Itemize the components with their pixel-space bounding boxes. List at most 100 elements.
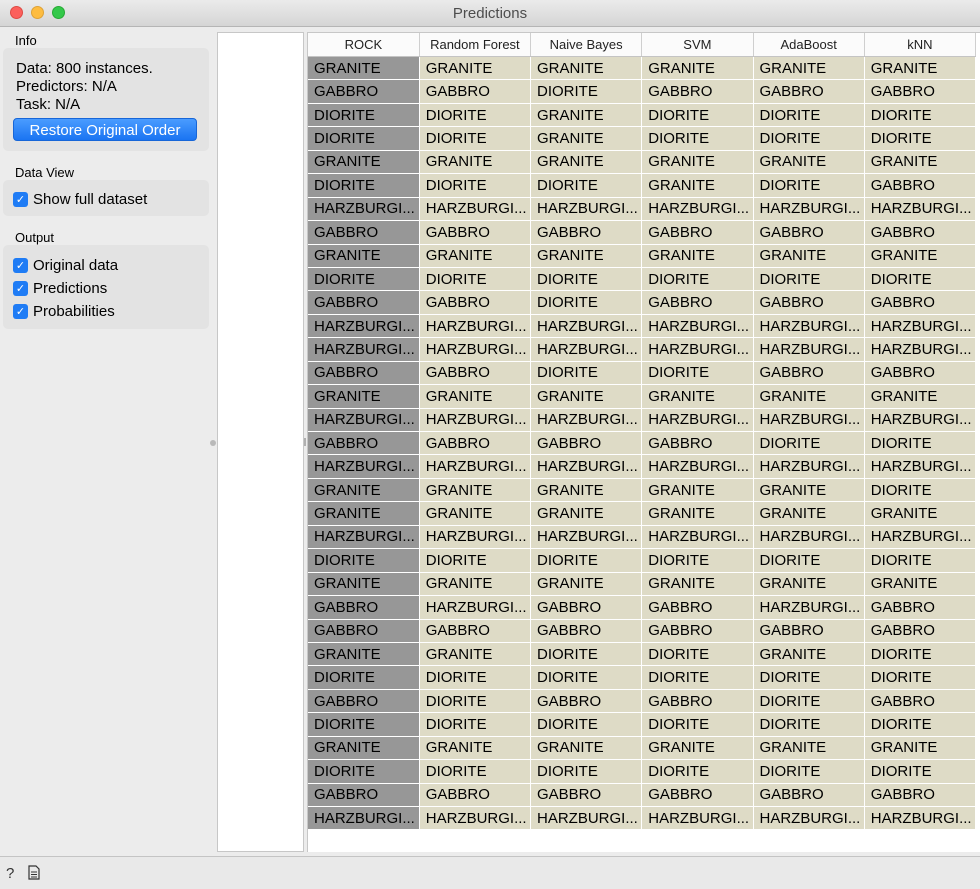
column-header[interactable]: SVM	[641, 33, 754, 57]
rock-cell: GABBRO	[308, 431, 420, 456]
checkmark-icon: ✓	[13, 257, 28, 273]
prediction-cell: GRANITE	[753, 244, 865, 268]
table-row[interactable]: GRANITE GRANITE GRANITE GRANITE GRANITE GRANI…	[308, 384, 977, 409]
original-data-checkbox[interactable]: ✓ Original data	[13, 256, 118, 274]
table-row[interactable]: GABBRO GABBRO GABBRO GABBRO DIORITE DIORITE	[308, 431, 977, 456]
table-row[interactable]: GABBRO GABBRO DIORITE GABBRO GABBRO GABBRO	[308, 79, 977, 104]
document-icon[interactable]	[28, 865, 40, 884]
prediction-cell: HARZBURGI...	[530, 408, 643, 433]
prediction-cell: GRANITE	[753, 501, 865, 526]
table-row[interactable]: GRANITE GRANITE GRANITE GRANITE GRANITE GRANI…	[308, 150, 977, 175]
checkmark-icon: ✓	[13, 280, 28, 296]
prediction-cell: DIORITE	[641, 361, 754, 386]
prediction-cell: DIORITE	[641, 759, 754, 784]
question-mark-icon[interactable]: ?	[6, 865, 14, 882]
prediction-cell: GABBRO	[419, 619, 532, 643]
rock-cell: GRANITE	[308, 56, 420, 81]
table-row[interactable]: HARZBURGI... HARZBURGI... HARZBURGI... HARZ…	[308, 454, 977, 479]
table-row[interactable]: HARZBURGI... HARZBURGI... HARZBURGI... HARZ…	[308, 806, 977, 831]
prediction-cell: DIORITE	[864, 103, 977, 128]
prediction-cell: HARZBURGI...	[641, 408, 754, 433]
rock-cell: GABBRO	[308, 220, 420, 245]
table-row[interactable]: DIORITE DIORITE DIORITE DIORITE DIORITE DIORI…	[308, 665, 977, 690]
prediction-cell: GRANITE	[864, 501, 977, 526]
column-header[interactable]: kNN	[864, 33, 977, 57]
prediction-cell: DIORITE	[419, 126, 532, 151]
table-row[interactable]: GRANITE GRANITE GRANITE GRANITE GRANITE GRANI…	[308, 244, 977, 268]
rock-cell: DIORITE	[308, 548, 420, 573]
table-row[interactable]: HARZBURGI... HARZBURGI... HARZBURGI... HARZ…	[308, 408, 977, 433]
table-row[interactable]: HARZBURGI... HARZBURGI... HARZBURGI... HARZ…	[308, 314, 977, 339]
probabilities-checkbox[interactable]: ✓ Probabilities	[13, 302, 115, 320]
table-row[interactable]: GRANITE GRANITE GRANITE GRANITE GRANITE GRANI…	[308, 56, 977, 81]
table-row[interactable]: GRANITE GRANITE GRANITE GRANITE GRANITE GRANI…	[308, 572, 977, 597]
prediction-cell: DIORITE	[530, 173, 643, 198]
prediction-cell: GRANITE	[419, 150, 532, 175]
prediction-cell: GRANITE	[641, 150, 754, 175]
prediction-cell: DIORITE	[530, 642, 643, 667]
table-row[interactable]: GABBRO DIORITE GABBRO GABBRO DIORITE GABBRO	[308, 689, 977, 714]
prediction-cell: DIORITE	[530, 267, 643, 292]
prediction-cell: DIORITE	[864, 126, 977, 151]
prediction-cell: DIORITE	[419, 759, 532, 784]
prediction-cell: HARZBURGI...	[864, 454, 977, 479]
prediction-cell: DIORITE	[753, 689, 865, 714]
prediction-cell: GABBRO	[641, 220, 754, 245]
table-row[interactable]: DIORITE DIORITE GRANITE DIORITE DIORITE DIORI…	[308, 126, 977, 151]
window-title: Predictions	[452, 5, 528, 22]
column-header[interactable]: Random Forest	[419, 33, 532, 57]
table-row[interactable]: GABBRO GABBRO GABBRO GABBRO GABBRO GABBRO	[308, 619, 977, 643]
table-row[interactable]: GRANITE GRANITE GRANITE GRANITE GRANITE GRANI…	[308, 736, 977, 761]
column-header[interactable]: ROCK	[308, 33, 420, 57]
table-row[interactable]: DIORITE DIORITE DIORITE DIORITE DIORITE DIORI…	[308, 548, 977, 573]
prediction-cell: GRANITE	[530, 572, 643, 597]
prediction-cell: GABBRO	[419, 290, 532, 315]
table-row[interactable]: GABBRO GABBRO GABBRO GABBRO GABBRO GABBRO	[308, 220, 977, 245]
prediction-cell: GRANITE	[419, 244, 532, 268]
restore-original-order-button[interactable]: Restore Original Order	[13, 118, 197, 141]
title-bar: Predictions	[0, 0, 980, 27]
column-header[interactable]: AdaBoost	[753, 33, 865, 57]
table-splitter-handle[interactable]	[304, 438, 306, 446]
data-view-box: ✓ Show full dataset	[3, 180, 209, 216]
prediction-cell: GRANITE	[419, 572, 532, 597]
prediction-cell: HARZBURGI...	[419, 337, 532, 362]
table-row[interactable]: HARZBURGI... HARZBURGI... HARZBURGI... HARZ…	[308, 337, 977, 362]
table-row[interactable]: GABBRO GABBRO DIORITE DIORITE GABBRO GABBRO	[308, 361, 977, 386]
prediction-cell: GRANITE	[641, 501, 754, 526]
table-row[interactable]: DIORITE DIORITE DIORITE DIORITE DIORITE DIORI…	[308, 712, 977, 737]
column-header[interactable]: Naive Bayes	[530, 33, 643, 57]
table-row[interactable]: DIORITE DIORITE DIORITE DIORITE DIORITE DIORI…	[308, 759, 977, 784]
table-row[interactable]: DIORITE DIORITE DIORITE DIORITE DIORITE DIORI…	[308, 267, 977, 292]
prediction-cell: DIORITE	[864, 665, 977, 690]
prediction-cell: GRANITE	[864, 572, 977, 597]
rock-cell: HARZBURGI...	[308, 806, 420, 831]
prediction-cell: GABBRO	[419, 783, 532, 808]
prediction-cell: GABBRO	[753, 79, 865, 104]
prediction-cell: GRANITE	[530, 736, 643, 761]
table-row[interactable]: DIORITE DIORITE DIORITE GRANITE DIORITE GABBR…	[308, 173, 977, 198]
prediction-cell: GRANITE	[530, 244, 643, 268]
show-full-dataset-checkbox[interactable]: ✓ Show full dataset	[13, 190, 147, 208]
prediction-cell: DIORITE	[753, 548, 865, 573]
table-row[interactable]: GRANITE GRANITE GRANITE GRANITE GRANITE GRANI…	[308, 501, 977, 526]
prediction-cell: HARZBURGI...	[530, 806, 643, 831]
table-row[interactable]: GABBRO GABBRO GABBRO GABBRO GABBRO GABBRO	[308, 783, 977, 808]
prediction-cell: GABBRO	[641, 783, 754, 808]
prediction-cell: GRANITE	[641, 572, 754, 597]
sidebar-splitter-handle[interactable]	[210, 440, 216, 446]
table-row[interactable]: HARZBURGI... HARZBURGI... HARZBURGI... HARZ…	[308, 525, 977, 550]
table-row[interactable]: GABBRO GABBRO DIORITE GABBRO GABBRO GABBRO	[308, 290, 977, 315]
rock-cell: GRANITE	[308, 642, 420, 667]
prediction-cell: DIORITE	[419, 267, 532, 292]
table-row[interactable]: GRANITE GRANITE GRANITE GRANITE GRANITE DIORI…	[308, 478, 977, 503]
predictions-checkbox[interactable]: ✓ Predictions	[13, 279, 107, 297]
table-row[interactable]: GRANITE GRANITE DIORITE DIORITE GRANITE DIORI…	[308, 642, 977, 667]
rock-cell: DIORITE	[308, 665, 420, 690]
table-row[interactable]: GABBRO HARZBURGI... GABBRO GABBRO HARZBURGI.…	[308, 595, 977, 620]
table-row[interactable]: DIORITE DIORITE GRANITE DIORITE DIORITE DIORI…	[308, 103, 977, 128]
prediction-cell: GRANITE	[419, 56, 532, 81]
prediction-cell: HARZBURGI...	[641, 337, 754, 362]
table-row[interactable]: HARZBURGI... HARZBURGI... HARZBURGI... HARZ…	[308, 197, 977, 222]
prediction-cell: GRANITE	[641, 478, 754, 503]
